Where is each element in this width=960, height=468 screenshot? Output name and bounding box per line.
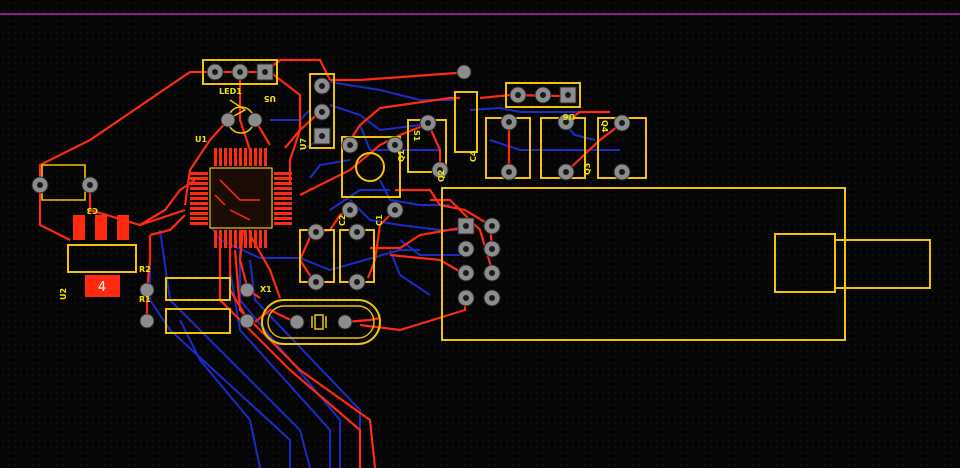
- label-u6: U6: [563, 112, 575, 121]
- label-c2: C2: [338, 215, 347, 226]
- u1-chip[interactable]: [190, 148, 292, 248]
- pcb-canvas[interactable]: 4 LED1 U5 U1 U7 C3 U2 R2 R1 X1 C2 C1 S1 …: [0, 0, 960, 468]
- label-q2: Q2: [437, 170, 446, 182]
- selected-pad-number: 4: [98, 280, 106, 295]
- pad-holes: [37, 69, 625, 301]
- label-r1: R1: [139, 295, 151, 304]
- label-q4: Q4: [600, 120, 609, 133]
- crystal-symbol: [311, 314, 327, 330]
- label-led1: LED1: [219, 87, 242, 96]
- s1-part-outline: [454, 91, 478, 153]
- label-c1: C1: [375, 214, 384, 226]
- label-r2: R2: [139, 265, 151, 274]
- label-u7: U7: [299, 138, 308, 150]
- pcb-layout[interactable]: 4 LED1 U5 U1 U7 C3 U2 R2 R1 X1 C2 C1 S1 …: [0, 0, 960, 468]
- label-x1: X1: [260, 285, 272, 294]
- label-s1: S1: [412, 130, 421, 142]
- through-hole-pads[interactable]: [31, 63, 631, 330]
- top-layer-traces: [38, 58, 623, 468]
- antenna-outline: [774, 233, 836, 293]
- label-c3: C3: [87, 206, 98, 215]
- label-u1: U1: [195, 135, 207, 144]
- label-c4: C4: [469, 150, 478, 162]
- u2-outline: [67, 244, 137, 273]
- u2-pad-4[interactable]: 4: [85, 275, 120, 297]
- module-outline: [441, 187, 846, 341]
- label-u5: U5: [264, 94, 276, 103]
- label-q3: Q3: [583, 163, 592, 175]
- c3-pads[interactable]: [73, 215, 129, 240]
- label-q1: Q1: [397, 149, 406, 162]
- label-u2: U2: [59, 288, 68, 300]
- connector-outline: [834, 239, 931, 289]
